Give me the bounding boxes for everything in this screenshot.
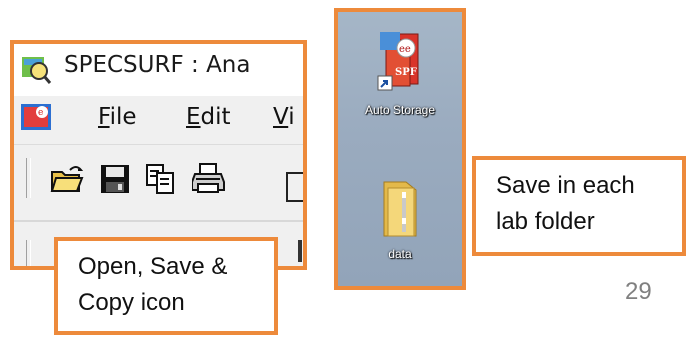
- folder-icon: [383, 181, 417, 237]
- menu-bar: [14, 96, 303, 144]
- desktop-icon-label: data: [388, 247, 412, 261]
- save-icon[interactable]: [98, 162, 132, 196]
- specsurf-app-icon: [22, 57, 52, 84]
- slide-page-number: 29: [625, 278, 652, 305]
- callout-save-in-lab-folder: Save in each lab folder: [472, 156, 686, 256]
- toolbar-grip[interactable]: [26, 158, 31, 198]
- window-title: SPECSURF : Ana: [64, 52, 251, 78]
- secondary-toolbar-grip[interactable]: [26, 240, 31, 266]
- copy-icon[interactable]: [144, 162, 178, 196]
- svg-text:ee: ee: [399, 44, 411, 55]
- desktop-crop: ee SPF Auto Storage data: [334, 8, 466, 290]
- app-window-crop: SPECSURF : Ana e File Edit Vi: [10, 40, 307, 270]
- specsurf-menu-icon[interactable]: e: [20, 102, 56, 132]
- desktop-icon-data[interactable]: data: [338, 178, 462, 261]
- callout-open-save-copy: Open, Save & Copy icon: [54, 237, 278, 335]
- secondary-toolbar-partial-item: [298, 240, 302, 262]
- menu-view[interactable]: Vi: [273, 104, 295, 130]
- desktop-icon-label: Auto Storage: [364, 103, 436, 117]
- spf-shortcut-icon: ee SPF: [377, 32, 419, 91]
- open-folder-icon[interactable]: [50, 162, 84, 196]
- menu-edit[interactable]: Edit: [186, 104, 231, 130]
- toolbar-partial-button[interactable]: [286, 172, 303, 202]
- menu-file[interactable]: File: [98, 104, 137, 130]
- desktop-icon-auto-storage[interactable]: ee SPF Auto Storage: [338, 30, 462, 117]
- svg-text:e: e: [38, 108, 43, 118]
- svg-text:SPF: SPF: [395, 67, 417, 78]
- print-icon[interactable]: [192, 162, 226, 196]
